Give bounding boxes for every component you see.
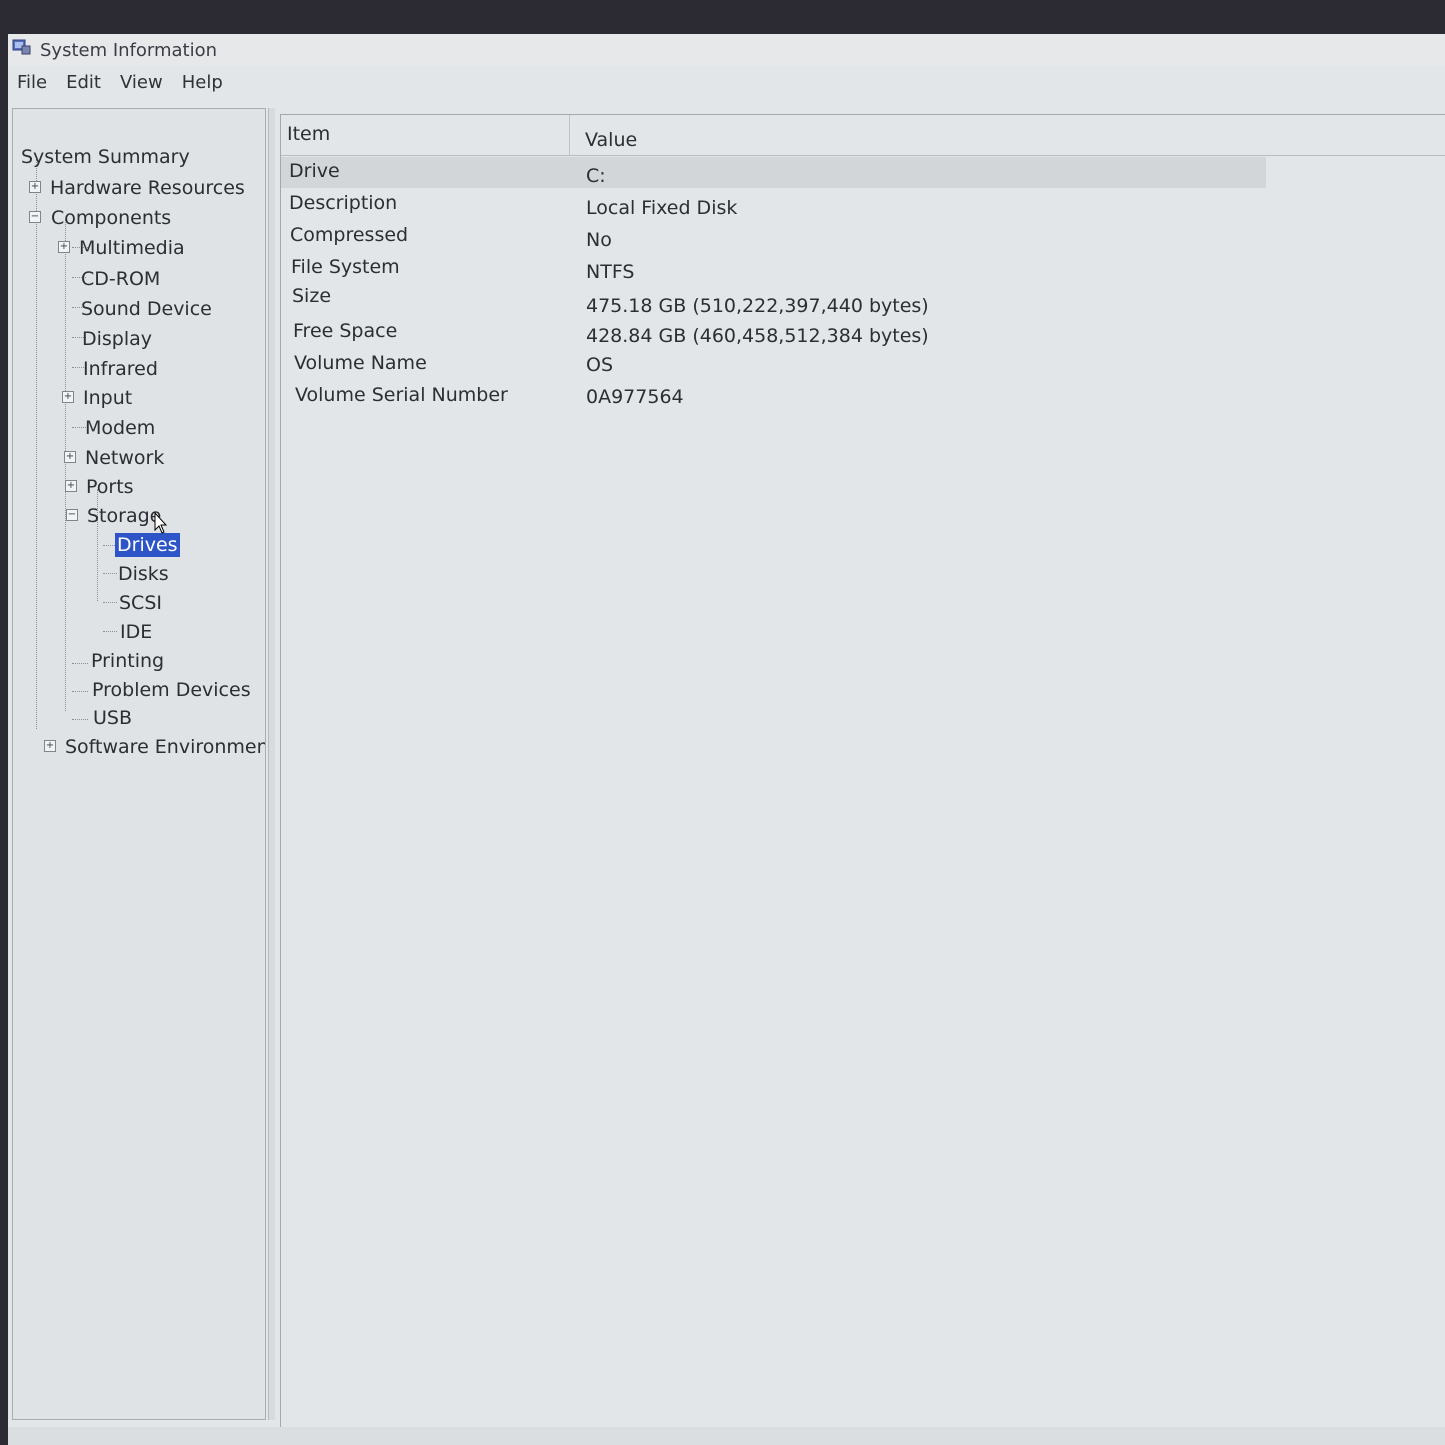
table-row[interactable]: Drive C: <box>281 157 1266 188</box>
tree-item-hardware-resources[interactable]: Hardware Resources <box>50 176 245 200</box>
expand-icon[interactable]: + <box>29 181 41 193</box>
status-bar <box>8 1427 1445 1445</box>
tree-item-ports[interactable]: Ports <box>86 475 134 499</box>
tree-item-cd-rom[interactable]: CD-ROM <box>81 267 160 291</box>
tree-item-storage[interactable]: Storage <box>87 504 161 528</box>
tree-item-network[interactable]: Network <box>85 446 164 470</box>
table-row[interactable]: Volume Serial Number 0A977564 <box>281 381 1266 412</box>
cell-value: 0A977564 <box>586 386 684 408</box>
tree-item-usb[interactable]: USB <box>93 706 132 730</box>
tree-item-display[interactable]: Display <box>82 327 152 351</box>
menu-file[interactable]: File <box>8 68 57 98</box>
expand-icon[interactable]: + <box>44 740 56 752</box>
cell-item: Description <box>289 192 398 214</box>
cell-value: No <box>586 229 612 251</box>
system-information-window: System Information File Edit View Help S… <box>8 34 1445 1445</box>
expand-icon[interactable]: + <box>64 451 76 463</box>
cell-item: Compressed <box>290 224 409 246</box>
table-row[interactable]: Description Local Fixed Disk <box>281 189 1266 220</box>
table-row[interactable]: Size 475.18 GB (510,222,397,440 bytes) <box>281 285 1266 317</box>
cell-value: NTFS <box>586 261 635 283</box>
cell-item: Drive <box>289 160 340 182</box>
menu-edit[interactable]: Edit <box>57 68 111 98</box>
tree-item-system-summary[interactable]: System Summary <box>21 145 190 169</box>
tree-item-components[interactable]: Components <box>51 206 171 230</box>
tree-item-scsi[interactable]: SCSI <box>119 591 162 615</box>
mouse-pointer-icon <box>154 512 168 534</box>
tree-item-multimedia[interactable]: Multimedia <box>79 236 185 260</box>
cell-item: File System <box>291 256 400 278</box>
tree-item-infrared[interactable]: Infrared <box>83 357 158 381</box>
column-header-value[interactable]: Value <box>585 129 637 151</box>
tree-item-software-environment[interactable]: Software Environment <box>65 735 265 759</box>
table-row[interactable]: File System NTFS <box>281 253 1266 284</box>
expand-icon[interactable]: + <box>62 391 74 403</box>
menu-help[interactable]: Help <box>173 68 233 98</box>
tree-item-input[interactable]: Input <box>83 386 132 410</box>
tree-item-modem[interactable]: Modem <box>85 416 155 440</box>
tree-item-ide[interactable]: IDE <box>120 620 152 644</box>
cell-item: Size <box>292 285 332 307</box>
cell-value: OS <box>586 354 614 376</box>
category-tree[interactable]: System Summary + Hardware Resources − Co… <box>12 108 266 1420</box>
cell-value: 428.84 GB (460,458,512,384 bytes) <box>586 325 929 347</box>
cell-item: Volume Name <box>294 352 427 374</box>
table-row[interactable]: Volume Name OS <box>281 349 1266 380</box>
column-divider[interactable] <box>569 115 570 155</box>
menu-bar: File Edit View Help <box>8 68 1445 98</box>
tree-item-drives[interactable]: Drives <box>115 533 180 557</box>
details-list[interactable]: Item Value Drive C: Description Local Fi… <box>280 114 1445 1428</box>
window-title: System Information <box>40 40 218 61</box>
list-header: Item Value <box>281 115 1445 156</box>
collapse-icon[interactable]: − <box>66 509 78 521</box>
cell-value: Local Fixed Disk <box>586 197 738 219</box>
cell-item: Free Space <box>293 320 398 342</box>
tree-item-problem-devices[interactable]: Problem Devices <box>92 678 251 702</box>
system-information-icon <box>12 39 31 55</box>
cell-value: 475.18 GB (510,222,397,440 bytes) <box>586 295 929 317</box>
tree-item-sound-device[interactable]: Sound Device <box>81 297 212 321</box>
tree-item-disks[interactable]: Disks <box>118 562 169 586</box>
table-row[interactable]: Free Space 428.84 GB (460,458,512,384 by… <box>281 317 1266 348</box>
expand-icon[interactable]: + <box>65 480 77 492</box>
cell-item: Volume Serial Number <box>295 384 508 406</box>
expand-icon[interactable]: + <box>58 241 70 253</box>
column-header-item[interactable]: Item <box>287 123 330 145</box>
collapse-icon[interactable]: − <box>29 211 41 223</box>
menu-view[interactable]: View <box>111 68 173 98</box>
tree-item-printing[interactable]: Printing <box>91 649 164 673</box>
pane-splitter[interactable] <box>268 108 275 1420</box>
table-row[interactable]: Compressed No <box>281 221 1266 252</box>
title-bar[interactable]: System Information <box>8 34 1445 66</box>
cell-value: C: <box>586 165 606 187</box>
